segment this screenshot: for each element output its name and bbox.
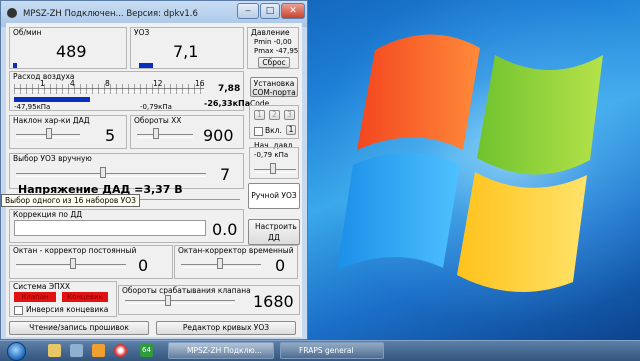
octane-temp-label: Октан-корректор временный bbox=[178, 246, 294, 255]
init-pressure-value: -0,79 кПа bbox=[254, 151, 289, 159]
valve-rpm-label: Обороты срабатывания клапана bbox=[122, 286, 251, 295]
airflow-pressure: -26,33кПа bbox=[204, 99, 251, 108]
uoz-curve-editor-button[interactable]: Редактор кривых УОЗ bbox=[156, 321, 296, 335]
taskbar-task-fraps[interactable]: FRAPS general bbox=[280, 342, 384, 359]
octane-temp-value: 0 bbox=[275, 256, 286, 275]
octane-const-value: 0 bbox=[138, 256, 149, 275]
firmware-rw-button[interactable]: Чтение/запись прошивок bbox=[9, 321, 149, 335]
inverse-limit-label: Инверсия концевика bbox=[26, 305, 109, 314]
init-pressure-thumb[interactable] bbox=[270, 163, 276, 174]
correction-value: 0.0 bbox=[212, 220, 238, 239]
code-key-2[interactable]: 2 bbox=[269, 110, 280, 120]
dad-slope-value: 5 bbox=[105, 126, 116, 145]
octane-const-group: Октан - корректор постоянный 0 bbox=[9, 245, 173, 279]
browser-icon[interactable] bbox=[114, 344, 127, 357]
init-pressure-group: -0,79 кПа bbox=[249, 147, 299, 179]
code-enable-checkbox[interactable] bbox=[254, 127, 263, 136]
idle-value: 900 bbox=[203, 126, 234, 145]
epkh-label: Система ЭПХХ bbox=[13, 282, 71, 291]
pressure-min: Pmin -0,00 bbox=[254, 38, 292, 46]
limit-switch-indicator: Концевик bbox=[62, 292, 108, 302]
code-key-3[interactable]: 3 bbox=[284, 110, 295, 120]
rpm-bar bbox=[13, 63, 17, 68]
code-enable-label: Вкл. bbox=[265, 126, 282, 135]
airflow-value: 7,88 bbox=[218, 84, 241, 94]
rpm-label: Об/мин bbox=[13, 28, 42, 37]
dad-slope-group: Наклон хар-ки ДАД 5 bbox=[9, 115, 127, 149]
code-key-1[interactable]: 1 bbox=[254, 110, 265, 120]
start-button[interactable] bbox=[7, 342, 26, 361]
inverse-limit-checkbox[interactable] bbox=[14, 306, 23, 315]
setup-dd-button[interactable]: Настроить ДД bbox=[248, 219, 300, 245]
task-mpsz-label: MPSZ-ZH Подклю... bbox=[187, 346, 262, 355]
epkh-group: Система ЭПХХ Клапан Концевик Инверсия ко… bbox=[9, 281, 117, 317]
explorer-icon[interactable] bbox=[48, 344, 61, 357]
code-group: 1 2 3 Вкл. 1 bbox=[249, 105, 299, 139]
idle-thumb[interactable] bbox=[153, 128, 159, 139]
valve-rpm-track[interactable] bbox=[125, 300, 235, 304]
windows-logo bbox=[337, 34, 603, 292]
tooltip: Выбор одного из 16 наборов УОЗ bbox=[1, 194, 140, 207]
uoz-bar bbox=[139, 63, 153, 68]
airflow-bar bbox=[14, 97, 90, 102]
valve-rpm-thumb[interactable] bbox=[165, 295, 171, 306]
correction-group: Коррекция по ДД 0.0 bbox=[9, 209, 244, 243]
valve-rpm-value: 1680 bbox=[253, 292, 294, 311]
idle-group: Обороты ХХ 900 bbox=[130, 115, 244, 149]
main-panel: Об/мин 489 УОЗ 7,1 Давление Pmin -0,00 P… bbox=[6, 23, 302, 337]
uoz-select-thumb[interactable] bbox=[100, 167, 106, 178]
media-player-icon[interactable] bbox=[92, 344, 105, 357]
pressure-label: Давление bbox=[251, 28, 290, 37]
uoz-select-value: 7 bbox=[220, 165, 231, 184]
airflow-mid-value: -0,79кПа bbox=[140, 103, 172, 111]
reset-button[interactable]: Сброс bbox=[258, 57, 290, 68]
code-number[interactable]: 1 bbox=[286, 125, 296, 135]
taskbar-task-mpsz[interactable]: MPSZ-ZH Подклю... bbox=[168, 342, 274, 359]
idle-track[interactable] bbox=[137, 134, 193, 138]
octane-temp-thumb[interactable] bbox=[217, 258, 223, 269]
idle-label: Обороты ХХ bbox=[134, 116, 182, 125]
minimize-button[interactable]: ‒ bbox=[237, 3, 259, 19]
airflow-left-value: -47,95кПа bbox=[14, 103, 51, 111]
com-port-label: Установка COM-порта bbox=[252, 79, 296, 97]
app-64-icon[interactable]: 64 bbox=[140, 344, 153, 357]
uoz-group: УОЗ 7,1 bbox=[130, 27, 244, 69]
app-window: MPSZ-ZH Подключен... Версия: dpkv1.6 ‒ □… bbox=[0, 0, 308, 340]
airflow-group: Расход воздуха 1 4 8 12 16 -47,95кПа -0,… bbox=[9, 71, 250, 111]
octane-temp-group: Октан-корректор временный 0 bbox=[174, 245, 298, 279]
octane-const-thumb[interactable] bbox=[70, 258, 76, 269]
maximize-button[interactable]: □ bbox=[260, 3, 280, 19]
uoz-select-track[interactable] bbox=[16, 173, 206, 177]
window-title: MPSZ-ZH Подключен... Версия: dpkv1.6 bbox=[23, 9, 198, 19]
valve-rpm-group: Обороты срабатывания клапана 1680 bbox=[118, 285, 300, 315]
correction-label: Коррекция по ДД bbox=[13, 210, 83, 219]
com-port-button[interactable]: Установка COM-порта bbox=[250, 77, 298, 97]
uoz-value: 7,1 bbox=[173, 42, 199, 61]
uoz-select-label: Выбор УОЗ вручную bbox=[13, 154, 92, 163]
manual-uoz-button[interactable]: Ручной УОЗ bbox=[248, 183, 300, 209]
dad-slope-thumb[interactable] bbox=[46, 128, 52, 139]
correction-field[interactable] bbox=[14, 220, 206, 236]
app-64-label: 64 bbox=[142, 346, 151, 354]
close-button[interactable]: ✕ bbox=[281, 3, 305, 19]
dad-slope-label: Наклон хар-ки ДАД bbox=[13, 116, 90, 125]
task-fraps-label: FRAPS general bbox=[299, 346, 354, 355]
rpm-value: 489 bbox=[56, 42, 87, 61]
pressure-max: Pmax -47,95 bbox=[254, 47, 299, 55]
rpm-group: Об/мин 489 bbox=[9, 27, 127, 69]
valve-indicator: Клапан bbox=[14, 292, 56, 302]
uoz-label: УОЗ bbox=[134, 28, 150, 37]
pressure-group: Давление Pmin -0,00 Pmax -47,95 Сброс bbox=[247, 27, 299, 69]
app-icon bbox=[7, 8, 17, 18]
octane-const-label: Октан - корректор постоянный bbox=[13, 246, 137, 255]
media-icon[interactable] bbox=[70, 344, 83, 357]
airflow-ticks bbox=[14, 84, 204, 94]
taskbar: 64 MPSZ-ZH Подклю... FRAPS general bbox=[0, 340, 640, 361]
